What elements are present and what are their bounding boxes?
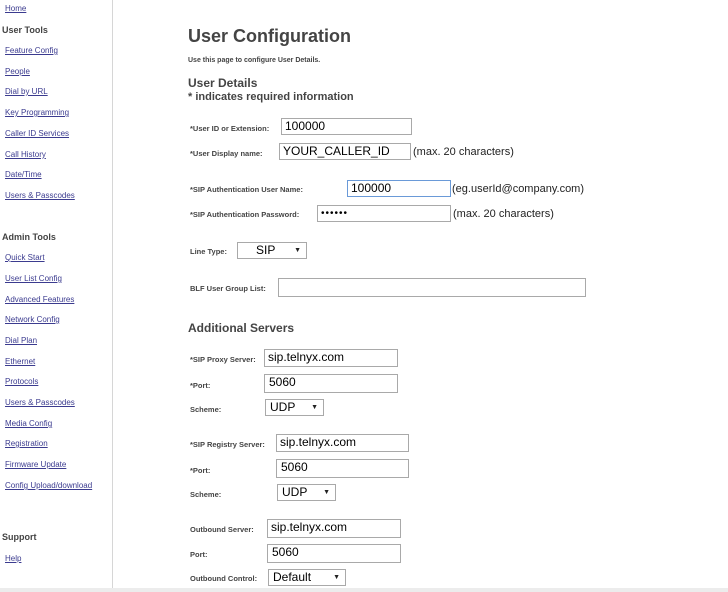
- outbound-port-input[interactable]: 5060: [267, 544, 401, 563]
- additional-servers-heading: Additional Servers: [188, 321, 295, 335]
- chevron-down-icon: ▼: [294, 247, 301, 254]
- blf-label: BLF User Group List:: [190, 284, 266, 293]
- outbound-server-label: Outbound Server:: [190, 525, 254, 534]
- sidebar-item-user-passcodes[interactable]: Users & Passcodes: [5, 191, 75, 200]
- registry-scheme-label: Scheme:: [190, 490, 222, 499]
- sidebar-item-registration[interactable]: Registration: [5, 439, 48, 448]
- sidebar-heading-user-tools: User Tools: [2, 25, 48, 35]
- sidebar-item-caller-id-services[interactable]: Caller ID Services: [5, 129, 69, 138]
- display-name-hint: (max. 20 characters): [413, 146, 514, 158]
- proxy-scheme-value: UDP: [270, 400, 296, 414]
- outbound-server-input[interactable]: sip.telnyx.com: [267, 519, 401, 538]
- line-type-label: Line Type:: [190, 247, 227, 256]
- sidebar-item-config-upload[interactable]: Config Upload/download: [5, 481, 92, 490]
- outbound-port-label: Port:: [190, 550, 208, 559]
- sidebar-item-admin-passcodes[interactable]: Users & Passcodes: [5, 398, 75, 407]
- proxy-port-label: *Port:: [190, 381, 211, 390]
- registry-port-label: *Port:: [190, 466, 211, 475]
- main-content: User Configuration Use this page to conf…: [113, 0, 728, 592]
- sidebar-nav: Home User Tools Feature Config People Di…: [0, 0, 113, 592]
- sip-user-hint: (eg.userId@company.com): [452, 183, 585, 195]
- chevron-down-icon: ▼: [333, 574, 340, 581]
- blf-input[interactable]: [278, 278, 586, 297]
- sidebar-heading-support: Support: [2, 532, 37, 542]
- registry-port-input[interactable]: 5060: [276, 459, 409, 478]
- chevron-down-icon: ▼: [323, 489, 330, 496]
- proxy-port-input[interactable]: 5060: [264, 374, 398, 393]
- sidebar-item-protocols[interactable]: Protocols: [5, 377, 38, 386]
- proxy-server-input[interactable]: sip.telnyx.com: [264, 349, 398, 367]
- sidebar-item-user-list-config[interactable]: User List Config: [5, 274, 62, 283]
- sidebar-item-home[interactable]: Home: [5, 4, 26, 13]
- sidebar-item-key-programming[interactable]: Key Programming: [5, 108, 69, 117]
- user-id-input[interactable]: 100000: [281, 118, 412, 135]
- sidebar-item-media-config[interactable]: Media Config: [5, 419, 52, 428]
- required-note: * indicates required information: [188, 91, 354, 103]
- user-details-heading: User Details: [188, 76, 258, 90]
- line-type-value: SIP: [256, 243, 276, 257]
- registry-server-input[interactable]: sip.telnyx.com: [276, 434, 409, 452]
- user-id-label: *User ID or Extension:: [190, 124, 270, 133]
- sip-password-hint: (max. 20 characters): [453, 208, 554, 220]
- proxy-scheme-select[interactable]: UDP ▼: [265, 399, 324, 416]
- sidebar-item-dial-plan[interactable]: Dial Plan: [5, 336, 37, 345]
- bottom-edge: [0, 588, 728, 592]
- proxy-server-label: *SIP Proxy Server:: [190, 355, 256, 364]
- page-description: Use this page to configure User Details.: [188, 57, 321, 64]
- sidebar-item-date-time[interactable]: Date/Time: [5, 170, 42, 179]
- proxy-scheme-label: Scheme:: [190, 405, 222, 414]
- registry-scheme-value: UDP: [282, 485, 308, 499]
- sidebar-item-help[interactable]: Help: [5, 554, 21, 563]
- outbound-control-label: Outbound Control:: [190, 574, 258, 583]
- outbound-control-value: Default: [273, 570, 312, 584]
- sidebar-item-firmware-update[interactable]: Firmware Update: [5, 460, 66, 469]
- chevron-down-icon: ▼: [311, 404, 318, 411]
- page-title: User Configuration: [188, 26, 352, 46]
- sidebar-item-quick-start[interactable]: Quick Start: [5, 253, 45, 262]
- sidebar-item-people[interactable]: People: [5, 67, 30, 76]
- sip-user-input[interactable]: 100000: [347, 180, 451, 197]
- registry-scheme-select[interactable]: UDP ▼: [277, 484, 336, 501]
- sidebar-item-network-config[interactable]: Network Config: [5, 315, 60, 324]
- registry-server-label: *SIP Registry Server:: [190, 440, 265, 449]
- display-name-input[interactable]: YOUR_CALLER_ID: [279, 143, 411, 160]
- outbound-control-select[interactable]: Default ▼: [268, 569, 346, 586]
- sip-user-label: *SIP Authentication User Name:: [190, 185, 303, 194]
- display-name-label: *User Display name:: [190, 149, 263, 158]
- sip-password-input[interactable]: ••••••: [317, 205, 451, 222]
- sidebar-item-dial-by-url[interactable]: Dial by URL: [5, 87, 48, 96]
- sidebar-heading-admin-tools: Admin Tools: [2, 232, 56, 242]
- line-type-select[interactable]: SIP ▼: [237, 242, 307, 259]
- sidebar-item-call-history[interactable]: Call History: [5, 150, 46, 159]
- sidebar-item-feature-config[interactable]: Feature Config: [5, 46, 58, 55]
- sip-password-label: *SIP Authentication Password:: [190, 210, 300, 219]
- sidebar-item-advanced-features[interactable]: Advanced Features: [5, 295, 74, 304]
- sidebar-item-ethernet[interactable]: Ethernet: [5, 357, 35, 366]
